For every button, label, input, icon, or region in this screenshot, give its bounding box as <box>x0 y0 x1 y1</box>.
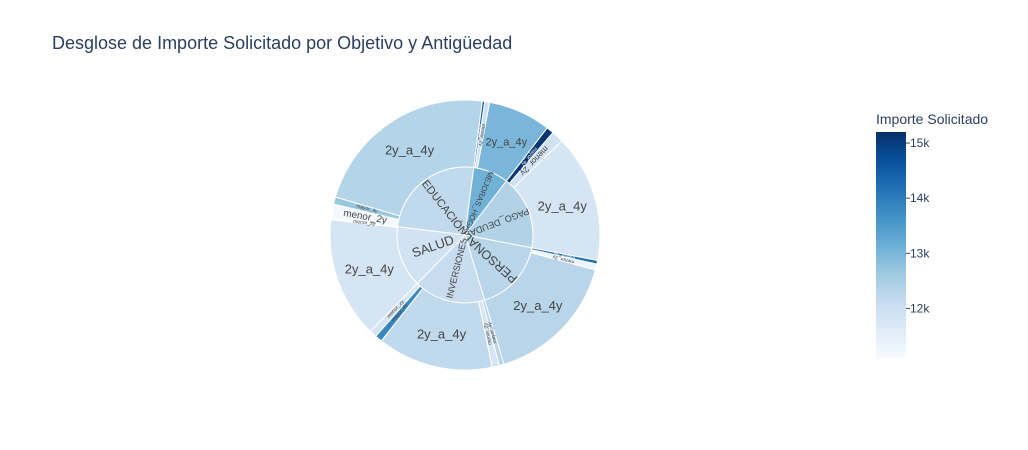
colorbar-tick-label: 12k <box>910 301 930 315</box>
sector-label-mejoras-hogar-2y-a-4y: 2y_a_4y <box>486 136 528 148</box>
sunburst-chart: menor_2ymayor_4y2y_a_4yEDUCACIÓNmayor_4y… <box>329 99 988 371</box>
colorbar-tick-label: 15k <box>910 136 930 150</box>
chart-stage: Desglose de Importe Solicitado por Objet… <box>0 0 1028 450</box>
sector-label-personal-2y-a-4y: 2y_a_4y <box>513 298 563 313</box>
colorbar-tick-label: 13k <box>910 246 930 260</box>
sector-label-pago-deudas-2y-a-4y: 2y_a_4y <box>538 198 588 213</box>
colorbar-gradient <box>876 132 906 358</box>
colorbar-ticks: 12k 13k 14k 15k <box>906 136 930 315</box>
colorbar-tick-label: 14k <box>910 191 930 205</box>
sector-label-salud-2y-a-4y: 2y_a_4y <box>345 261 395 276</box>
colorbar-title: Importe Solicitado <box>876 111 988 127</box>
sunburst-rings: menor_2ymayor_4y2y_a_4yEDUCACIÓNmayor_4y… <box>329 99 601 371</box>
sector-label-inversiones-2y-a-4y: 2y_a_4y <box>417 326 467 341</box>
sector-label-educacion-2y-a-4y: 2y_a_4y <box>385 143 435 158</box>
colorbar: Importe Solicitado 12k 13k 14k 15k <box>876 111 988 358</box>
